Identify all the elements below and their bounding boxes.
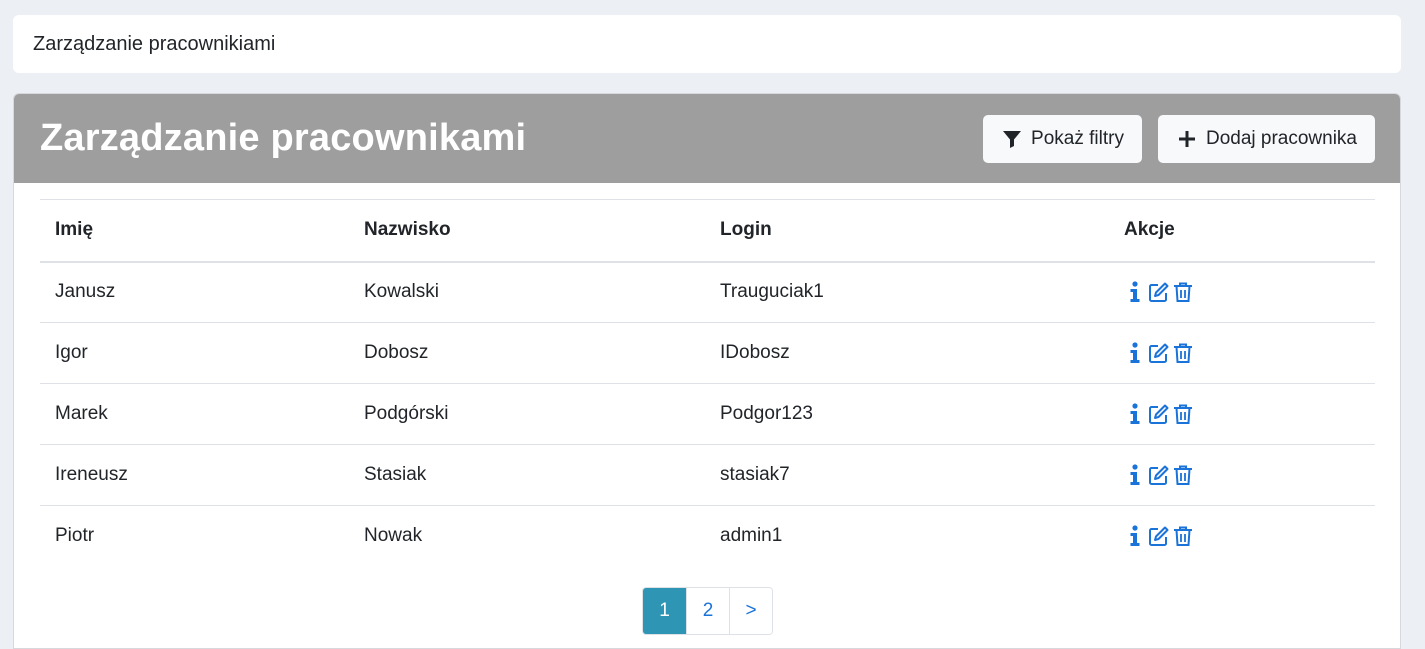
cell-actions	[1109, 383, 1375, 445]
header-first-name[interactable]: Imię	[40, 199, 349, 263]
cell-first-name: Ireneusz	[40, 444, 349, 506]
filter-icon	[1002, 129, 1022, 149]
cell-last-name: Kowalski	[349, 261, 705, 323]
next-page-button[interactable]: >	[729, 588, 772, 634]
info-icon[interactable]	[1124, 341, 1146, 365]
info-icon[interactable]	[1124, 402, 1146, 426]
header-actions: Akcje	[1109, 199, 1375, 263]
cell-last-name: Nowak	[364, 525, 423, 547]
edit-icon[interactable]	[1148, 341, 1170, 365]
table-header-row: Imię Nazwisko Login Akcje	[40, 199, 1375, 263]
info-icon[interactable]	[1124, 463, 1146, 487]
page-title: Zarządzanie pracownikami	[40, 117, 527, 159]
table-wrapper: Imię Nazwisko Login Akcje Janusz Kowalski…	[14, 183, 1400, 567]
row-actions	[1124, 463, 1375, 487]
row-actions	[1124, 341, 1375, 365]
edit-icon[interactable]	[1148, 524, 1170, 548]
cell-login: Trauguciak1	[705, 261, 1109, 323]
trash-icon[interactable]	[1172, 463, 1194, 487]
info-icon[interactable]	[1124, 280, 1146, 304]
info-icon[interactable]	[1124, 524, 1146, 548]
table-row: Piotr Nowak admin1	[40, 506, 1375, 567]
trash-icon[interactable]	[1172, 402, 1194, 426]
card-header: Zarządzanie pracownikami Pokaż filtry Do…	[14, 94, 1400, 183]
cell-login: admin1	[720, 525, 783, 547]
cell-login: IDobosz	[705, 322, 1109, 384]
trash-icon[interactable]	[1172, 280, 1194, 304]
cell-first-name: Igor	[40, 322, 349, 384]
cell-login: Podgor123	[705, 383, 1109, 445]
trash-icon[interactable]	[1172, 341, 1194, 365]
edit-icon[interactable]	[1148, 280, 1170, 304]
cell-last-name: Podgórski	[349, 383, 705, 445]
header-login[interactable]: Login	[705, 199, 1109, 263]
employees-table: Imię Nazwisko Login Akcje Janusz Kowalski…	[40, 199, 1375, 567]
cell-first-name: Marek	[40, 383, 349, 445]
cell-actions	[1109, 322, 1375, 384]
cell-actions	[1109, 261, 1375, 323]
row-actions	[1124, 280, 1375, 304]
cell-first-name: Piotr	[55, 525, 95, 547]
table-row: Janusz Kowalski Trauguciak1	[40, 261, 1375, 323]
cell-last-name: Dobosz	[349, 322, 705, 384]
employees-card: Zarządzanie pracownikami Pokaż filtry Do…	[13, 93, 1401, 649]
page-2-button[interactable]: 2	[686, 588, 729, 634]
breadcrumb-text: Zarządzanie pracownikiami	[33, 32, 276, 55]
row-actions	[1124, 524, 1375, 548]
table-row: Igor Dobosz IDobosz	[40, 322, 1375, 384]
cell-login: stasiak7	[705, 444, 1109, 506]
header-actions: Pokaż filtry Dodaj pracownika	[983, 114, 1375, 163]
breadcrumb: Zarządzanie pracownikiami	[13, 15, 1401, 73]
table-row: Ireneusz Stasiak stasiak7	[40, 444, 1375, 506]
trash-icon[interactable]	[1172, 524, 1194, 548]
row-actions	[1124, 402, 1375, 426]
add-employee-label: Dodaj pracownika	[1205, 127, 1357, 149]
page-1-button[interactable]: 1	[643, 588, 686, 634]
cell-actions	[1109, 506, 1375, 567]
table-row: Marek Podgórski Podgor123	[40, 383, 1375, 445]
show-filters-button[interactable]: Pokaż filtry	[983, 114, 1142, 163]
cell-first-name: Janusz	[40, 261, 349, 323]
show-filters-label: Pokaż filtry	[1031, 127, 1124, 149]
cell-actions	[1109, 444, 1375, 506]
edit-icon[interactable]	[1148, 402, 1170, 426]
pagination: 1 2 >	[642, 587, 773, 635]
cell-last-name: Stasiak	[349, 444, 705, 506]
add-employee-button[interactable]: Dodaj pracownika	[1157, 114, 1375, 163]
header-last-name[interactable]: Nazwisko	[349, 199, 705, 263]
edit-icon[interactable]	[1148, 463, 1170, 487]
plus-icon	[1177, 129, 1197, 149]
